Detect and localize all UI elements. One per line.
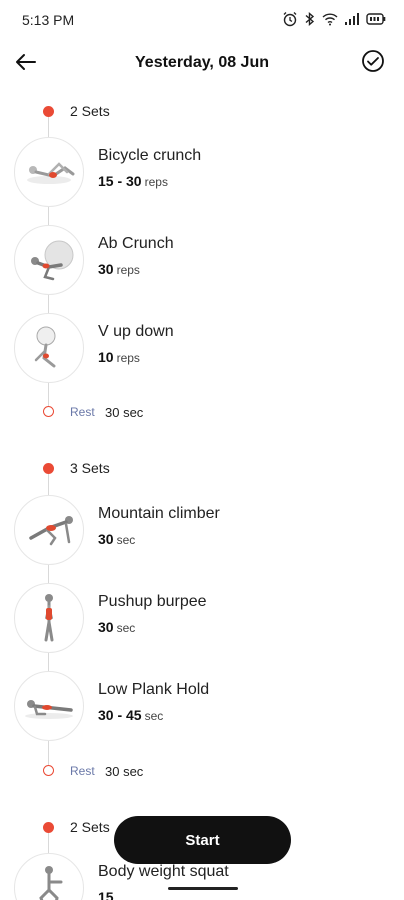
exercise-unit: sec (116, 533, 136, 547)
check-circle-icon (361, 49, 385, 78)
status-time: 5:13 PM (22, 12, 75, 28)
battery-icon (366, 12, 386, 26)
exercise-name: Bicycle crunch (98, 147, 202, 164)
exercise-amount-value: 15 - 30 (98, 173, 142, 189)
exercise-amount-value: 30 (98, 619, 114, 635)
set-dot (43, 463, 54, 474)
exercise-unit: reps (116, 263, 140, 277)
set-group-header: 3 Sets (0, 457, 404, 479)
exercise-thumbnail (14, 137, 84, 207)
exercise-item[interactable]: Bicycle crunch 15 - 30 reps (0, 137, 404, 209)
rest-row: Rest 30 sec (0, 761, 404, 781)
exercise-thumbnail (14, 671, 84, 741)
exercise-name: Low Plank Hold (98, 681, 210, 698)
bluetooth-icon (304, 11, 316, 27)
exercise-amount: 10 reps (98, 349, 140, 365)
sets-label: 2 Sets (70, 103, 110, 119)
status-bar: 5:13 PM (0, 0, 404, 40)
exercise-unit: sec (144, 709, 164, 723)
exercise-name: Ab Crunch (98, 235, 174, 252)
rest-label: Rest (70, 405, 95, 419)
page-title: Yesterday, 08 Jun (135, 54, 269, 71)
exercise-amount-value: 30 - 45 (98, 707, 142, 723)
sets-label: 2 Sets (70, 819, 110, 835)
exercise-name: Pushup burpee (98, 593, 207, 610)
set-dot (43, 106, 54, 117)
rest-dot (43, 765, 54, 776)
v-up-down-figure-icon (34, 326, 56, 368)
exercise-amount-value: 10 (98, 349, 114, 365)
status-icons (282, 11, 386, 27)
wifi-icon (322, 12, 338, 26)
exercise-name: Body weight squat (98, 863, 229, 880)
sets-label: 3 Sets (70, 460, 110, 476)
exercise-thumbnail (14, 583, 84, 653)
rest-value: 30 sec (105, 764, 144, 779)
exercise-amount-value: 30 (98, 261, 114, 277)
ab-crunch-figure-icon (31, 240, 74, 281)
set-group-header: 2 Sets (0, 100, 404, 122)
workout-list: 2 Sets Bicycle crunch 15 - 30 reps Ab Cru… (0, 95, 404, 900)
exercise-amount-value: 15 (98, 889, 114, 900)
exercise-item[interactable]: Ab Crunch 30 reps (0, 225, 404, 297)
exercise-item[interactable]: Low Plank Hold 30 - 45 sec (0, 671, 404, 743)
bicycle-crunch-figure-icon (27, 162, 75, 184)
alarm-icon (282, 11, 298, 27)
exercise-amount: 30 sec (98, 531, 135, 547)
rest-value: 30 sec (105, 405, 144, 420)
exercise-thumbnail (14, 495, 84, 565)
exercise-amount: 30 reps (98, 261, 140, 277)
exercise-amount: 30 sec (98, 619, 135, 635)
start-button[interactable]: Start (114, 816, 291, 864)
exercise-thumbnail (14, 225, 84, 295)
exercise-unit: reps (144, 175, 168, 189)
exercise-name: Mountain climber (98, 505, 220, 522)
top-app-bar: Yesterday, 08 Jun (0, 44, 404, 84)
done-button[interactable] (360, 49, 386, 78)
signal-icon (344, 12, 360, 26)
mountain-climber-figure-icon (29, 516, 73, 546)
exercise-unit: sec (116, 621, 136, 635)
exercise-thumbnail (14, 313, 84, 383)
exercise-amount: 15 - 30 reps (98, 173, 168, 189)
exercise-amount: 15 (98, 889, 117, 900)
low-plank-hold-figure-icon (25, 700, 73, 719)
body-weight-squat-figure-icon (39, 866, 63, 900)
set-dot (43, 822, 54, 833)
home-indicator (168, 887, 238, 890)
exercise-unit: reps (116, 351, 140, 365)
rest-row: Rest 30 sec (0, 402, 404, 422)
exercise-amount: 30 - 45 sec (98, 707, 163, 723)
pushup-burpee-figure-icon (44, 594, 54, 642)
exercise-item[interactable]: Pushup burpee 30 sec (0, 583, 404, 655)
exercise-item[interactable]: V up down 10 reps (0, 313, 404, 385)
exercise-thumbnail (14, 853, 84, 900)
exercise-item[interactable]: Mountain climber 30 sec (0, 495, 404, 567)
rest-dot (43, 406, 54, 417)
exercise-amount-value: 30 (98, 531, 114, 547)
rest-label: Rest (70, 764, 95, 778)
exercise-name: V up down (98, 323, 174, 340)
